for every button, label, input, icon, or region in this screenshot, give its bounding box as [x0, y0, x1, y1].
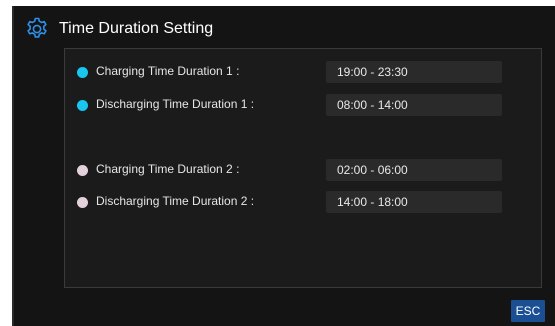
device-display: Time Duration Setting Charging Time Dura…: [12, 6, 555, 326]
status-dot: [77, 165, 88, 176]
status-dot: [77, 67, 88, 78]
status-dot: [77, 197, 88, 208]
time-range-field[interactable]: 02:00 - 06:00: [326, 159, 502, 181]
row-label: Discharging Time Duration 1 :: [96, 97, 255, 111]
time-row-charging-2: Charging Time Duration 2 : 02:00 - 06:00: [65, 159, 541, 181]
screen: Time Duration Setting Charging Time Dura…: [0, 0, 555, 326]
row-label: Discharging Time Duration 2 :: [96, 194, 255, 208]
status-dot: [77, 100, 88, 111]
row-label: Charging Time Duration 1 :: [96, 64, 240, 78]
time-row-discharging-1: Discharging Time Duration 1 : 08:00 - 14…: [65, 94, 541, 116]
time-row-discharging-2: Discharging Time Duration 2 : 14:00 - 18…: [65, 191, 541, 213]
time-range-field[interactable]: 19:00 - 23:30: [326, 61, 502, 83]
time-range-field[interactable]: 08:00 - 14:00: [326, 94, 502, 116]
page-title: Time Duration Setting: [59, 20, 214, 37]
esc-button[interactable]: ESC: [511, 300, 545, 322]
row-label: Charging Time Duration 2 :: [96, 162, 240, 176]
gear-icon: [24, 16, 50, 42]
time-row-charging-1: Charging Time Duration 1 : 19:00 - 23:30: [65, 61, 541, 83]
time-range-field[interactable]: 14:00 - 18:00: [326, 191, 502, 213]
settings-panel: Charging Time Duration 1 : 19:00 - 23:30…: [64, 48, 542, 288]
header: Time Duration Setting: [24, 14, 213, 44]
